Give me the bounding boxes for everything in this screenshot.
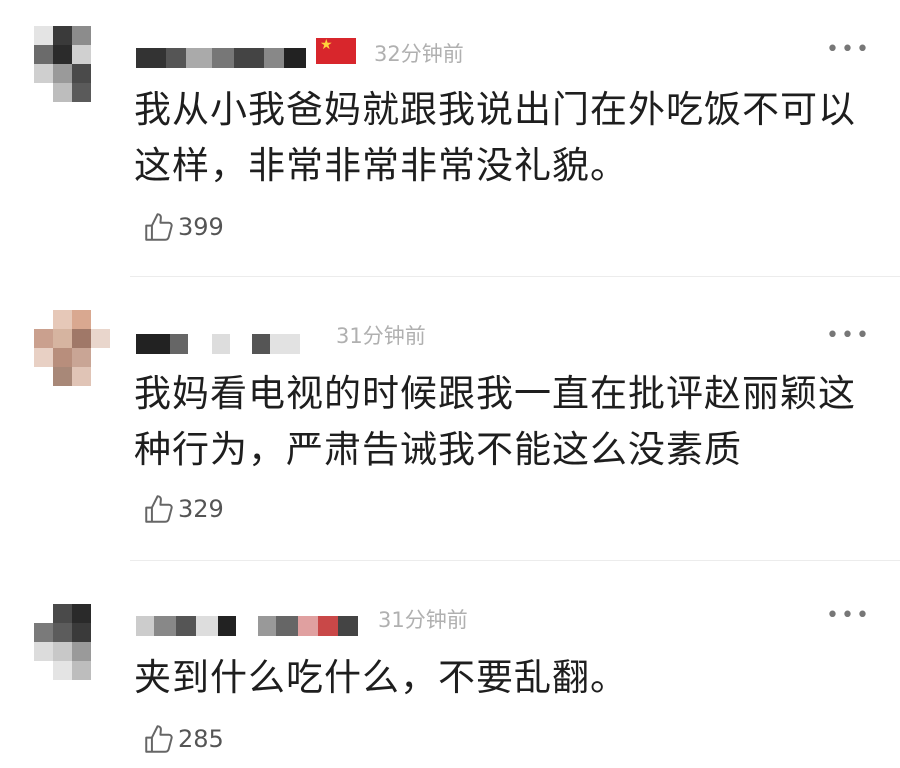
divider <box>130 560 900 561</box>
avatar[interactable] <box>34 310 110 386</box>
username-redacted[interactable] <box>136 48 316 68</box>
more-dots-icon[interactable]: ••• <box>826 39 871 61</box>
comment-text: 夹到什么吃什么，不要乱翻。 <box>134 656 628 699</box>
like-button[interactable]: 399 <box>142 210 224 244</box>
like-button[interactable]: 329 <box>142 492 224 526</box>
thumbs-up-icon <box>145 213 173 241</box>
thumbs-up-icon <box>145 495 173 523</box>
comment-text: 我妈看电视的时候跟我一直在批评赵丽颖这种行为，严肃告诫我不能这么没素质 <box>134 372 856 471</box>
more-dots-icon[interactable]: ••• <box>826 605 871 627</box>
username-redacted[interactable] <box>136 334 316 354</box>
thumbs-up-icon <box>145 725 173 753</box>
avatar[interactable] <box>34 604 110 680</box>
like-button[interactable]: 285 <box>142 722 224 756</box>
more-dots-icon[interactable]: ••• <box>826 325 871 347</box>
comment-time: 31分钟前 <box>378 608 468 632</box>
divider <box>130 276 900 277</box>
like-count: 285 <box>178 725 224 753</box>
comment-text: 我从小我爸妈就跟我说出门在外吃饭不可以这样，非常非常非常没礼貌。 <box>134 88 856 187</box>
comment-time: 31分钟前 <box>336 324 426 348</box>
china-flag-icon <box>316 38 356 64</box>
username-redacted[interactable] <box>136 616 376 636</box>
like-count: 329 <box>178 495 224 523</box>
comment-time: 32分钟前 <box>374 42 464 66</box>
avatar[interactable] <box>34 26 110 102</box>
like-count: 399 <box>178 213 224 241</box>
